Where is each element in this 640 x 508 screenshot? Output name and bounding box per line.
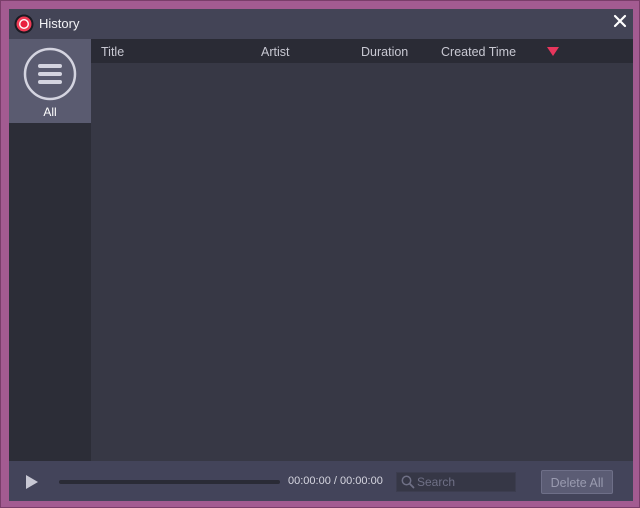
table-header: Title Artist Duration Created Time — [91, 39, 633, 63]
window-frame: History All Title Artist Duration Create… — [0, 0, 640, 508]
title-bar[interactable]: History — [9, 9, 633, 39]
column-header-duration[interactable]: Duration — [361, 45, 408, 59]
player-bar: 00:00:00 / 00:00:00 Delete All — [9, 461, 633, 501]
search-icon — [401, 475, 415, 489]
time-readout: 00:00:00 / 00:00:00 — [288, 475, 383, 487]
delete-all-button[interactable]: Delete All — [541, 470, 613, 494]
column-header-title[interactable]: Title — [101, 45, 124, 59]
close-icon[interactable] — [611, 12, 629, 30]
column-header-created-time[interactable]: Created Time — [441, 45, 516, 59]
play-icon[interactable] — [25, 474, 39, 490]
sort-desc-icon[interactable] — [547, 47, 559, 56]
history-list: Title Artist Duration Created Time — [91, 39, 633, 461]
column-header-artist[interactable]: Artist — [261, 45, 289, 59]
menu-list-icon — [23, 47, 77, 101]
progress-slider[interactable] — [59, 480, 280, 484]
sidebar-item-label: All — [43, 105, 57, 119]
search-box[interactable] — [396, 472, 516, 492]
category-sidebar: All — [9, 39, 91, 461]
search-input[interactable] — [417, 473, 513, 491]
window-title: History — [39, 16, 80, 31]
sidebar-item-all[interactable]: All — [9, 39, 91, 123]
history-window: History All Title Artist Duration Create… — [9, 9, 633, 501]
record-icon — [14, 14, 34, 34]
